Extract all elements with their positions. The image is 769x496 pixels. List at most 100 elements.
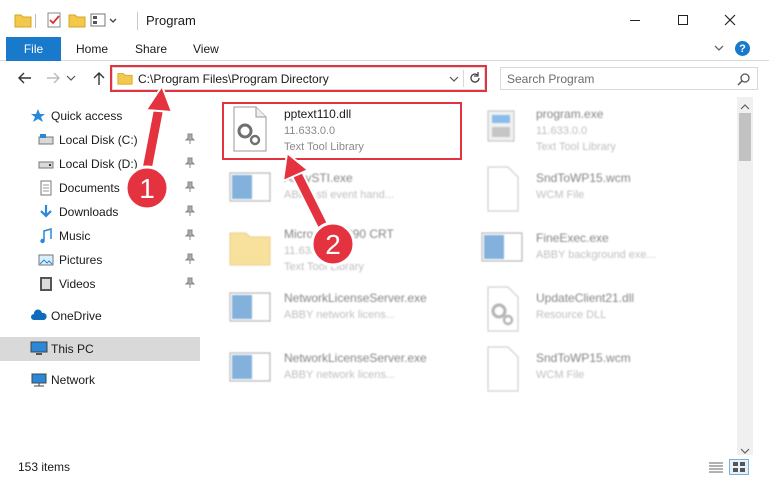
tab-file[interactable]: File [6,37,61,61]
pictures-icon [38,252,54,271]
file-name: NetworkLicenseServer.exe [284,291,427,305]
expand-ribbon-icon[interactable] [712,41,726,58]
items-count: 153 items [18,460,71,474]
sidebar-item-music[interactable]: Music [0,225,200,247]
star-icon [30,108,46,127]
pin-icon[interactable] [184,253,196,268]
sidebar-item-network[interactable]: Network [0,369,200,391]
file-description: Text Tool Library [284,261,364,273]
tab-share[interactable]: Share [135,42,167,56]
sidebar-item-pictures[interactable]: Pictures [0,249,200,271]
drive-icon [38,132,54,151]
file-item-sndtowp15-wcm[interactable]: SndToWP15.wcm WCM File [480,345,710,401]
forward-arrow-icon[interactable] [44,69,62,90]
file-description: Resource DLL [536,309,607,321]
file-item-updateclient21-dll[interactable]: UpdateClient21.dll Resource DLL [480,285,710,341]
minimize-button[interactable] [612,6,658,34]
sidebar-item-label: OneDrive [51,309,102,323]
download-icon [38,204,54,223]
close-button[interactable] [707,6,753,34]
music-icon [38,228,54,247]
details-view-icon[interactable] [708,461,724,478]
new-folder-icon[interactable] [68,11,86,31]
back-arrow-icon[interactable] [16,69,34,90]
search-placeholder: Search Program [507,72,595,86]
network-icon [30,372,48,391]
scrollbar-thumb[interactable] [739,113,751,161]
file-name: AbbySTI.exe [284,171,353,185]
pin-icon[interactable] [184,205,196,220]
sidebar-item-label: Videos [59,277,96,291]
sidebar-item-label: Downloads [59,205,119,219]
documents-icon [38,180,54,199]
exe-window-icon [228,345,272,392]
exe-window-icon [228,165,272,212]
properties-icon[interactable] [46,11,64,31]
sidebar-item-documents[interactable]: Documents [0,177,200,199]
customize-icon[interactable] [90,11,120,31]
file-highlight-box [222,102,462,160]
window-title: Program [146,13,196,28]
file-name: program.exe [536,107,604,121]
search-icon[interactable] [737,72,751,89]
sidebar-item-this-pc[interactable]: This PC [0,337,200,361]
search-input[interactable]: Search Program [500,67,758,90]
navigation-bar: C:\Program Files\Program Directory Searc… [0,62,769,96]
blank-file-icon [480,345,524,396]
navigation-pane: Quick access Local Disk (C:) Local Disk … [0,97,205,455]
file-description: WCM File [536,369,585,381]
tab-home[interactable]: Home [76,42,108,56]
file-item-networklicenseserver-exe[interactable]: NetworkLicenseServer.exe ABBY network li… [228,345,458,401]
file-description: ABBY background exe... [536,249,656,261]
maximize-button[interactable] [660,6,706,34]
sidebar-item-local-disk-c[interactable]: Local Disk (C:) [0,129,200,151]
sidebar-item-label: Pictures [59,253,103,267]
recent-locations-icon[interactable] [66,72,76,86]
folder-icon[interactable] [14,11,32,31]
tab-view[interactable]: View [193,42,219,56]
file-description: Text Tool Library [536,141,616,153]
status-bar: 153 items [0,455,769,496]
sidebar-item-label: Local Disk (D:) [59,157,138,171]
pin-icon[interactable] [184,157,196,172]
title-bar: Program [0,0,769,40]
file-item-networklicenseserver-exe[interactable]: NetworkLicenseServer.exe ABBY network li… [228,285,458,341]
up-arrow-icon[interactable] [90,69,108,90]
file-item-program-exe[interactable]: program.exe 11.633.0.0 Text Tool Library [480,105,710,161]
file-name: UpdateClient21.dll [536,291,635,305]
address-highlight-box [110,65,487,92]
exe-window-icon [228,285,272,332]
pin-icon[interactable] [184,277,196,292]
pin-icon[interactable] [184,181,196,196]
scroll-up-icon[interactable] [740,100,750,114]
file-description: ABBY network licens... [284,309,396,321]
file-item-fineexec-exe[interactable]: FineExec.exe ABBY background exe... [480,225,710,281]
file-name: SndToWP15.wcm [536,171,631,185]
file-description: WCM File [536,189,585,201]
help-icon[interactable]: ? [735,41,750,56]
file-version: 11.633.0.0 [536,125,588,137]
sidebar-item-label: Music [59,229,91,243]
ribbon-tabs: File Home Share View ? [0,37,769,61]
sidebar-item-quick-access[interactable]: Quick access [0,105,200,127]
large-icons-view-icon[interactable] [729,459,749,475]
sidebar-item-label: Local Disk (C:) [59,133,138,147]
file-list: pptext110.dll 11.633.0.0 Text Tool Libra… [205,97,737,455]
pin-icon[interactable] [184,133,196,148]
file-name: NetworkLicenseServer.exe [284,351,427,365]
dll-gear-icon [480,285,524,336]
file-item-microsoft-vc90-crt[interactable]: Microsoft VC90 CRT 11.633.0.0 Text Tool … [228,225,458,281]
sidebar-item-label: This PC [51,342,94,356]
sidebar-item-label: Network [51,373,96,387]
vertical-scrollbar[interactable] [737,97,753,455]
sidebar-item-videos[interactable]: Videos [0,273,200,295]
cloud-icon [30,308,48,327]
sidebar-item-local-disk-d[interactable]: Local Disk (D:) [0,153,200,175]
folder-icon [228,225,272,272]
file-item-sndtowp15-wcm[interactable]: SndToWP15.wcm WCM File [480,165,710,221]
file-item-abbysti-exe[interactable]: AbbySTI.exe ABBY sti event hand... [228,165,458,221]
sidebar-item-downloads[interactable]: Downloads [0,201,200,223]
sidebar-item-label: Documents [59,181,120,195]
pin-icon[interactable] [184,229,196,244]
sidebar-item-onedrive[interactable]: OneDrive [0,305,200,327]
